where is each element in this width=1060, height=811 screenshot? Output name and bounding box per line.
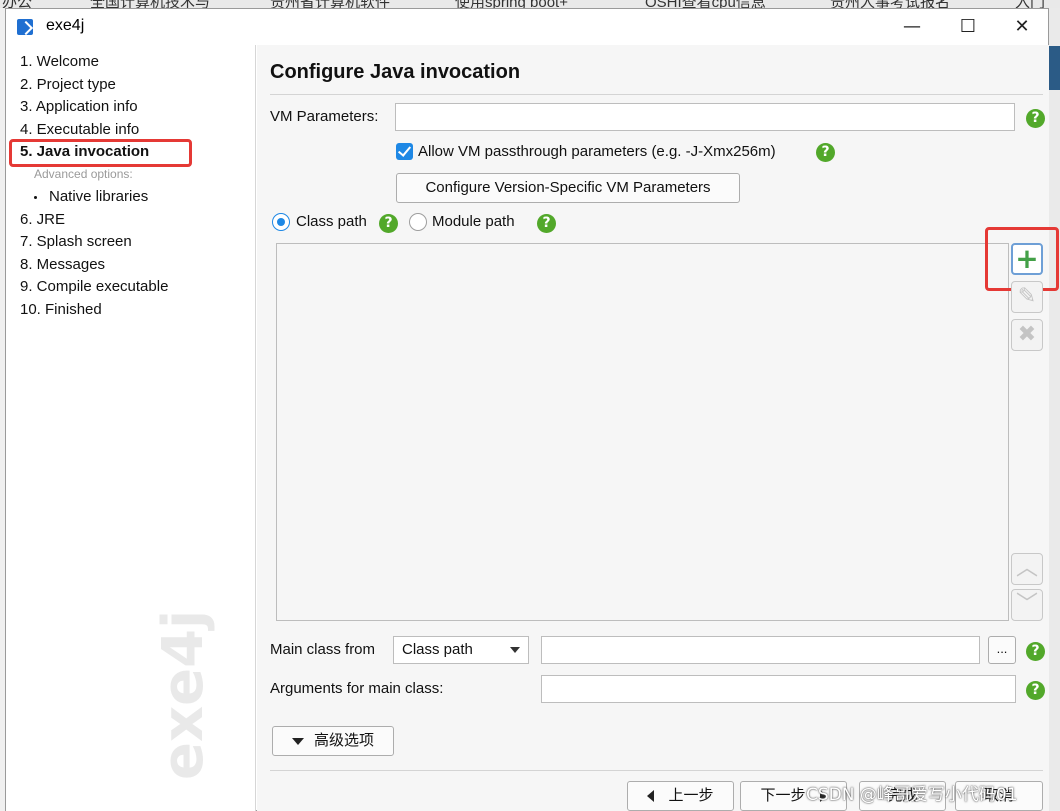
nav-step-finished[interactable]: 10. Finished bbox=[20, 301, 102, 318]
nav-step-welcome[interactable]: 1. Welcome bbox=[20, 53, 99, 70]
background-browser-tabs: 办公 全国计算机技术与 贵州省计算机软件 使用spring boot+ OSHI… bbox=[0, 0, 1060, 8]
next-button-label: 下一步 bbox=[760, 787, 806, 804]
main-panel: Configure Java invocation VM Parameters:… bbox=[257, 45, 1059, 811]
class-path-list[interactable] bbox=[276, 243, 1009, 621]
main-class-from-label: Main class from bbox=[270, 641, 376, 658]
chevron-down-icon bbox=[510, 647, 520, 653]
edit-icon: ✎ bbox=[1017, 284, 1037, 309]
module-path-radio[interactable] bbox=[409, 213, 427, 231]
nav-step-application-info[interactable]: 3. Application info bbox=[20, 98, 138, 115]
chevron-down-icon: ﹀ bbox=[1015, 592, 1038, 617]
background-tab: 办公 bbox=[2, 0, 32, 8]
bullet-icon bbox=[34, 195, 37, 199]
background-tab: 贵州省计算机软件 bbox=[270, 0, 390, 8]
nav-step-project-type[interactable]: 2. Project type bbox=[20, 76, 116, 93]
main-class-source-value: Class path bbox=[402, 641, 473, 658]
help-icon[interactable]: ? bbox=[816, 143, 835, 162]
arrow-left-icon bbox=[647, 790, 655, 803]
background-tab: 入门 bbox=[1015, 0, 1045, 8]
delete-icon: ✖ bbox=[1017, 322, 1037, 347]
exe4j-app-icon bbox=[17, 19, 33, 35]
class-path-radio[interactable] bbox=[272, 213, 290, 231]
minimize-button[interactable]: — bbox=[886, 9, 938, 45]
help-icon[interactable]: ? bbox=[379, 214, 398, 233]
help-icon[interactable]: ? bbox=[1026, 681, 1045, 700]
nav-step-splash-screen[interactable]: 7. Splash screen bbox=[20, 233, 132, 250]
divider bbox=[270, 770, 1043, 771]
vm-parameters-input[interactable] bbox=[395, 103, 1015, 131]
remove-entry-button[interactable]: ✖ bbox=[1011, 319, 1043, 351]
background-tab: 贵州人事考试报名 bbox=[830, 0, 950, 8]
nav-step-compile-executable[interactable]: 9. Compile executable bbox=[20, 278, 168, 295]
main-class-source-select[interactable]: Class path bbox=[393, 636, 529, 664]
vm-parameters-label: VM Parameters: bbox=[270, 108, 379, 125]
wizard-steps-nav: 1. Welcome 2. Project type 3. Applicatio… bbox=[6, 45, 256, 811]
csdn-watermark: CSDN @峰哥爱写小代码01 bbox=[806, 785, 1018, 805]
exe4j-window: exe4j — ☐ ✕ 1. Welcome 2. Project type 3… bbox=[5, 8, 1059, 811]
arguments-input[interactable] bbox=[541, 675, 1016, 703]
arguments-label: Arguments for main class: bbox=[270, 680, 444, 697]
advanced-options-label: Advanced options: bbox=[34, 167, 133, 181]
allow-passthrough-checkbox[interactable] bbox=[396, 143, 413, 160]
nav-step-messages[interactable]: 8. Messages bbox=[20, 256, 105, 273]
back-button[interactable]: 上一步 bbox=[627, 781, 734, 811]
back-button-label: 上一步 bbox=[668, 787, 714, 804]
background-tab: 全国计算机技术与 bbox=[90, 0, 210, 8]
main-class-input[interactable] bbox=[541, 636, 980, 664]
background-window-edge bbox=[1048, 8, 1060, 811]
divider bbox=[270, 94, 1043, 95]
class-path-label: Class path bbox=[296, 213, 367, 230]
nav-step-executable-info[interactable]: 4. Executable info bbox=[20, 121, 139, 138]
module-path-label: Module path bbox=[432, 213, 515, 230]
background-tab: 使用spring boot+ bbox=[455, 0, 568, 8]
highlight-box bbox=[9, 139, 192, 167]
page-title: Configure Java invocation bbox=[270, 61, 521, 83]
window-title: exe4j bbox=[46, 17, 85, 34]
close-button[interactable]: ✕ bbox=[996, 9, 1048, 45]
allow-passthrough-label: Allow VM passthrough parameters (e.g. -J… bbox=[418, 143, 776, 160]
browse-main-class-button[interactable]: ... bbox=[988, 636, 1016, 664]
configure-version-vm-button[interactable]: Configure Version-Specific VM Parameters bbox=[396, 173, 740, 203]
advanced-options-button[interactable]: 高级选项 bbox=[272, 726, 394, 756]
move-up-button[interactable]: ︿ bbox=[1011, 553, 1043, 585]
help-icon[interactable]: ? bbox=[537, 214, 556, 233]
advanced-options-button-label: 高级选项 bbox=[313, 732, 374, 749]
nav-step-jre[interactable]: 6. JRE bbox=[20, 211, 65, 228]
title-bar: exe4j — ☐ ✕ bbox=[6, 9, 1048, 45]
nav-step-native-libraries[interactable]: Native libraries bbox=[34, 188, 148, 205]
maximize-button[interactable]: ☐ bbox=[942, 9, 994, 45]
help-icon[interactable]: ? bbox=[1026, 109, 1045, 128]
help-icon[interactable]: ? bbox=[1026, 642, 1045, 661]
chevron-up-icon: ︿ bbox=[1015, 556, 1038, 581]
screen: 办公 全国计算机技术与 贵州省计算机软件 使用spring boot+ OSHI… bbox=[0, 0, 1060, 811]
background-tab: OSHI查看cpu信息 bbox=[645, 0, 766, 8]
nav-step-native-libraries-label: Native libraries bbox=[49, 188, 149, 205]
triangle-down-icon bbox=[291, 737, 304, 745]
move-down-button[interactable]: ﹀ bbox=[1011, 589, 1043, 621]
edit-entry-button[interactable]: ✎ bbox=[1011, 281, 1043, 313]
